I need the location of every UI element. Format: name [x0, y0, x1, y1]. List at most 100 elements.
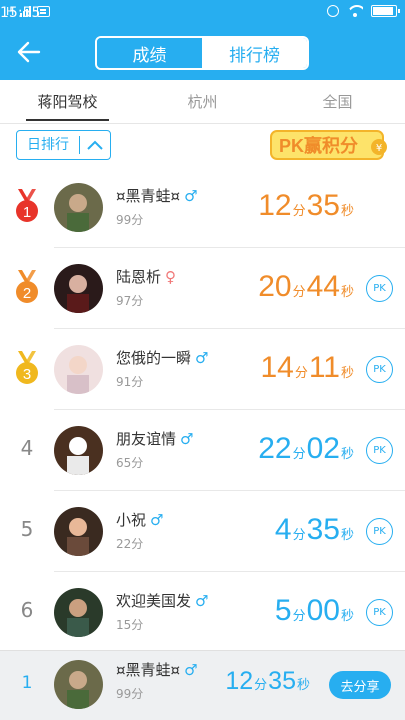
pk-challenge-button[interactable]: PK — [366, 275, 393, 302]
user-points: 97分 — [116, 294, 144, 308]
pk-challenge-button[interactable]: PK — [366, 356, 393, 383]
avatar[interactable] — [54, 264, 103, 313]
minute-unit: 分 — [292, 447, 306, 462]
my-time-minutes: 12 — [225, 667, 254, 695]
minute-unit: 分 — [292, 609, 306, 624]
time-minutes: 22 — [258, 432, 292, 465]
avatar[interactable] — [54, 183, 103, 232]
medal-rank-text: 1 — [23, 204, 31, 221]
tab-leaderboard[interactable]: 排行榜 — [202, 38, 307, 68]
minute-unit: 分 — [292, 528, 306, 543]
pk-win-points-banner[interactable]: PK赢积分 ¥ — [269, 129, 391, 161]
time-seconds: 00 — [306, 594, 340, 627]
medal-rank-text: 3 — [23, 366, 31, 383]
title-bar: 成绩 排行榜 — [0, 26, 405, 80]
my-rank-bar: 1 ¤黑青蛙¤ ♂ 99分 12 分 35 秒 去分享 — [0, 650, 405, 720]
minute-unit: 分 — [292, 204, 306, 219]
tab-city[interactable]: 杭州 — [135, 80, 270, 123]
rank-number: 5 — [20, 517, 34, 541]
back-arrow-icon — [17, 41, 41, 63]
time-minutes: 12 — [258, 189, 292, 222]
period-filter-dropdown[interactable]: 日排行 — [16, 130, 111, 160]
region-tabs: 蒋阳驾校 杭州 全国 — [0, 80, 405, 124]
pk-challenge-button[interactable]: PK — [366, 437, 393, 464]
share-button[interactable]: 去分享 — [329, 671, 391, 699]
completion-time: 12 分 35 秒 — [258, 189, 355, 223]
ranking-row[interactable]: 3 您俄的一瞬 ♂ 91分 14 分 11 秒 PK — [0, 329, 405, 410]
avatar[interactable] — [54, 507, 103, 556]
my-rank-number: 1 — [21, 673, 33, 693]
second-unit: 秒 — [340, 366, 354, 381]
user-name: 朋友谊情 — [116, 430, 177, 448]
rank-medal-icon: 1 — [16, 189, 38, 222]
user-name: ¤黑青蛙¤ — [116, 187, 181, 205]
user-name: 小祝 — [116, 511, 147, 529]
rank-medal-icon: 3 — [16, 351, 38, 384]
minute-unit: 分 — [254, 678, 268, 693]
user-name: 欢迎美国发 — [116, 592, 192, 610]
minute-unit: 分 — [292, 285, 306, 300]
my-name: ¤黑青蛙¤ — [116, 661, 181, 679]
user-points: 15分 — [116, 618, 144, 632]
pk-challenge-button[interactable]: PK — [366, 518, 393, 545]
my-points: 99分 — [116, 687, 144, 701]
back-button[interactable] — [14, 38, 54, 68]
male-icon: ♂ — [180, 429, 194, 448]
completion-time: 20 分 44 秒 — [258, 270, 355, 304]
user-points: 22分 — [116, 537, 144, 551]
view-switcher: 成绩 排行榜 — [95, 36, 309, 70]
user-points: 99分 — [116, 213, 144, 227]
ranking-row[interactable]: 2 陆恩析 ♀ 97分 20 分 44 秒 PK — [0, 248, 405, 329]
ranking-row[interactable]: 4 朋友谊情 ♂ 65分 22 分 02 秒 PK — [0, 410, 405, 491]
pk-banner-text: PK赢积分 — [279, 135, 358, 156]
my-time: 12 分 35 秒 — [225, 667, 311, 696]
minute-unit: 分 — [294, 366, 308, 381]
tab-national[interactable]: 全国 — [270, 80, 405, 123]
time-seconds: 44 — [306, 270, 340, 303]
second-unit: 秒 — [340, 609, 354, 624]
period-filter-label: 日排行 — [17, 136, 80, 154]
tab-scores[interactable]: 成绩 — [97, 38, 202, 68]
ranking-row[interactable]: 1 ¤黑青蛙¤ ♂ 99分 12 分 35 秒 — [0, 167, 405, 248]
female-icon: ♀ — [165, 267, 177, 286]
ranking-row[interactable]: 5 小祝 ♂ 22分 4 分 35 秒 PK — [0, 491, 405, 572]
second-unit: 秒 — [340, 204, 354, 219]
time-minutes: 14 — [260, 351, 294, 384]
completion-time: 4 分 35 秒 — [275, 513, 355, 547]
status-bar: H 15:55 — [0, 0, 405, 26]
wifi-icon — [347, 5, 363, 17]
rank-medal-icon: 2 — [16, 270, 38, 303]
tab-school[interactable]: 蒋阳驾校 — [0, 80, 135, 123]
my-avatar — [54, 660, 103, 709]
ranking-list: 1 ¤黑青蛙¤ ♂ 99分 12 分 35 秒 2 陆恩析 ♀ 97分 20 分 44 秒 — [0, 167, 405, 653]
avatar[interactable] — [54, 588, 103, 637]
completion-time: 22 分 02 秒 — [258, 432, 355, 466]
user-points: 65分 — [116, 456, 144, 470]
user-name: 陆恩析 — [116, 268, 162, 286]
second-unit: 秒 — [340, 528, 354, 543]
second-unit: 秒 — [296, 678, 310, 693]
time-minutes: 4 — [274, 513, 292, 546]
medal-rank-text: 2 — [23, 285, 31, 302]
rank-number: 4 — [20, 436, 34, 460]
time-seconds: 02 — [306, 432, 340, 465]
male-icon: ♂ — [150, 510, 164, 529]
male-icon: ♂ — [195, 348, 209, 367]
time-seconds: 11 — [308, 351, 340, 384]
second-unit: 秒 — [340, 285, 354, 300]
battery-icon — [371, 5, 400, 17]
male-icon: ♂ — [184, 186, 198, 205]
male-icon: ♂ — [184, 660, 198, 679]
rank-number: 6 — [20, 598, 34, 622]
time-minutes: 5 — [274, 594, 292, 627]
avatar[interactable] — [54, 345, 103, 394]
user-points: 91分 — [116, 375, 144, 389]
time-seconds: 35 — [306, 189, 340, 222]
chevron-up-icon — [80, 131, 110, 159]
completion-time: 5 分 00 秒 — [275, 594, 355, 628]
ranking-row[interactable]: 6 欢迎美国发 ♂ 15分 5 分 00 秒 PK — [0, 572, 405, 653]
avatar[interactable] — [54, 426, 103, 475]
second-unit: 秒 — [340, 447, 354, 462]
time-minutes: 20 — [258, 270, 292, 303]
pk-challenge-button[interactable]: PK — [366, 599, 393, 626]
